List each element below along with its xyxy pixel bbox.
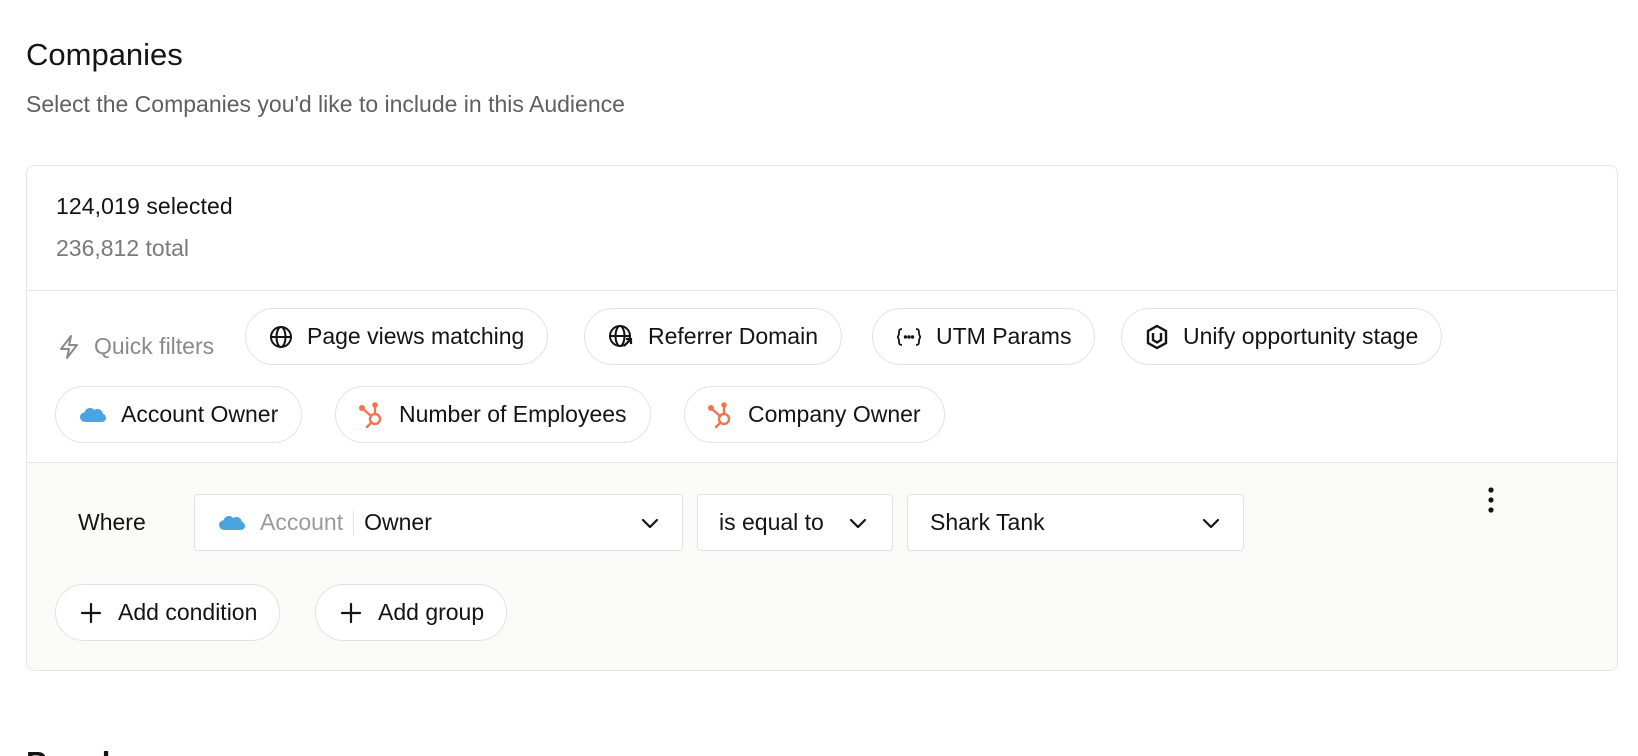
- quick-filters-bar: Quick filters Page views matching Referr…: [27, 291, 1617, 463]
- add-group-label: Add group: [378, 599, 485, 625]
- total-count: 236,812 total: [56, 235, 190, 261]
- hubspot-icon: [359, 401, 382, 428]
- chevron-down-icon: [641, 518, 659, 529]
- chip-label: Company Owner: [748, 401, 921, 427]
- field-object-label: Account: [260, 509, 344, 535]
- chip-label: Referrer Domain: [648, 323, 818, 349]
- quick-filter-referrer-domain[interactable]: Referrer Domain: [584, 308, 842, 365]
- value-select[interactable]: Shark Tank: [907, 494, 1244, 551]
- plus-icon: [80, 602, 102, 623]
- quick-filter-account-owner[interactable]: Account Owner: [55, 386, 303, 443]
- quick-filter-number-of-employees[interactable]: Number of Employees: [335, 386, 651, 443]
- braces-icon: [896, 327, 922, 346]
- hubspot-icon: [708, 401, 731, 428]
- where-label: Where: [78, 509, 146, 535]
- section-title: Companies: [26, 37, 183, 72]
- quick-filters-label: Quick filters: [58, 318, 214, 375]
- add-condition-button[interactable]: Add condition: [55, 584, 281, 641]
- selection-summary: 124,019 selected 236,812 total: [27, 166, 1617, 291]
- quick-filters-label-text: Quick filters: [94, 333, 215, 359]
- people-section-title: People: [26, 744, 128, 756]
- add-group-button[interactable]: Add group: [315, 584, 508, 641]
- salesforce-cloud-icon: [219, 515, 245, 530]
- chip-label: Number of Employees: [399, 401, 627, 427]
- salesforce-cloud-icon: [80, 407, 106, 422]
- chip-label: UTM Params: [936, 323, 1072, 349]
- globe-arrow-icon: [609, 324, 633, 347]
- selected-count: 124,019 selected: [56, 193, 233, 219]
- field-name-label: Owner: [364, 509, 432, 535]
- chip-label: Unify opportunity stage: [1183, 323, 1419, 349]
- globe-icon: [270, 325, 292, 348]
- value-label: Shark Tank: [930, 509, 1045, 535]
- chip-label: Account Owner: [121, 401, 279, 427]
- companies-filter-card: 124,019 selected 236,812 total Quick fil…: [26, 165, 1618, 671]
- operator-label: is equal to: [719, 509, 824, 535]
- audience-builder-page: Companies Select the Companies you'd lik…: [0, 0, 1638, 756]
- section-subtitle: Select the Companies you'd like to inclu…: [26, 91, 625, 117]
- chip-label: Page views matching: [307, 323, 525, 349]
- field-select[interactable]: Account Owner: [194, 494, 683, 551]
- chevron-down-icon: [849, 518, 867, 529]
- add-condition-label: Add condition: [118, 599, 258, 625]
- operator-select[interactable]: is equal to: [697, 494, 893, 551]
- lightning-icon: [60, 334, 78, 359]
- plus-icon: [340, 602, 362, 623]
- quick-filter-utm-params[interactable]: UTM Params: [872, 308, 1096, 365]
- field-separator: [353, 510, 355, 535]
- more-options-icon[interactable]: [1484, 485, 1498, 515]
- quick-filter-company-owner[interactable]: Company Owner: [684, 386, 945, 443]
- quick-filter-page-views[interactable]: Page views matching: [245, 308, 549, 365]
- quick-filter-unify-opportunity-stage[interactable]: Unify opportunity stage: [1121, 308, 1443, 365]
- chevron-down-icon: [1202, 518, 1220, 529]
- unify-logo-icon: [1146, 324, 1168, 349]
